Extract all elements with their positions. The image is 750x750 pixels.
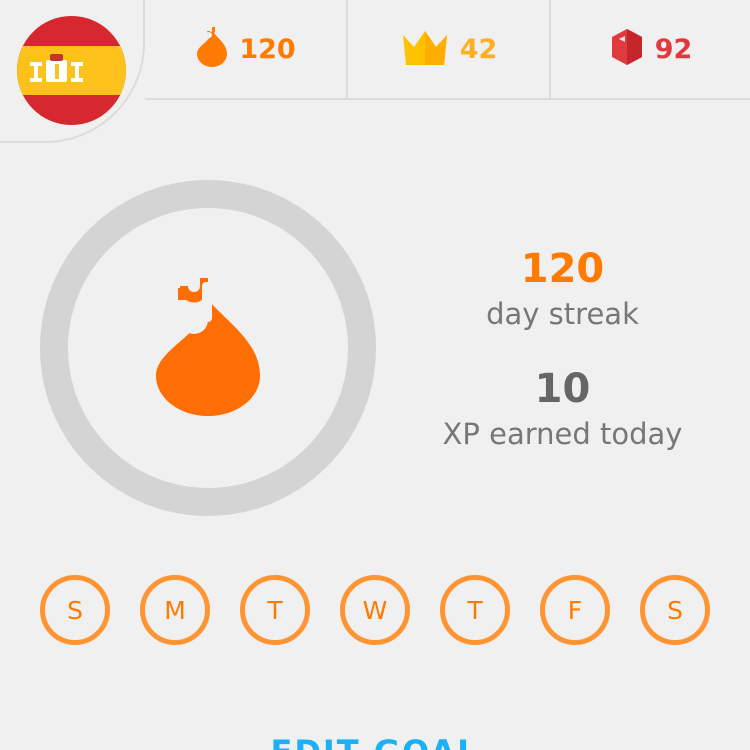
xp-today-value: 10 [534, 366, 591, 412]
gem-icon [609, 27, 645, 71]
day-circle-wednesday: W [340, 575, 410, 645]
streak-tab[interactable]: 120 [145, 0, 346, 100]
spain-flag-icon[interactable] [17, 16, 126, 125]
gems-count: 92 [654, 33, 693, 65]
streak-days-value: 120 [520, 246, 605, 292]
flame-icon [148, 278, 268, 422]
course-selector[interactable] [0, 0, 145, 143]
day-circle-saturday: S [640, 575, 710, 645]
day-circle-tuesday: T [240, 575, 310, 645]
xp-today-label: XP earned today [442, 417, 683, 451]
edit-goal-button[interactable]: EDIT GOAL [0, 732, 750, 750]
day-circle-sunday: S [40, 575, 110, 645]
day-circle-monday: M [140, 575, 210, 645]
crowns-tab[interactable]: 42 [346, 0, 549, 100]
day-circle-friday: F [540, 575, 610, 645]
gems-tab[interactable]: 92 [549, 0, 750, 100]
crowns-count: 42 [459, 33, 498, 65]
day-circle-thursday: T [440, 575, 510, 645]
streak-count: 120 [239, 33, 296, 65]
flame-icon [195, 27, 229, 71]
streak-days-label: day streak [486, 297, 639, 331]
streak-screen: 120 42 92 120 day streak 10 XP earned to… [0, 0, 750, 750]
streak-stats: 120 day streak 10 XP earned today [420, 243, 705, 453]
crown-icon [400, 27, 450, 71]
week-calendar: S M T W T F S [40, 575, 710, 645]
